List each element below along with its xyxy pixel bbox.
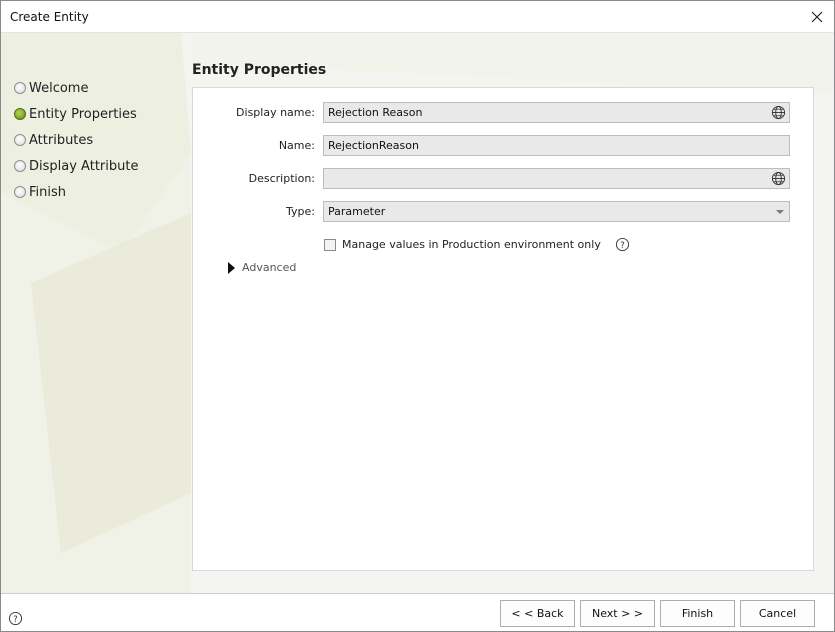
wizard-steps: Welcome Entity Properties Attributes Dis… (14, 75, 138, 205)
wizard-content: Welcome Entity Properties Attributes Dis… (1, 33, 834, 593)
type-label: Type: (286, 205, 315, 218)
step-radio-icon (14, 160, 26, 172)
chevron-down-icon (776, 210, 784, 214)
display-name-value: Rejection Reason (328, 106, 423, 119)
advanced-toggle[interactable]: Advanced (242, 261, 296, 274)
manage-values-checkbox[interactable] (324, 239, 336, 251)
type-value: Parameter (328, 205, 386, 218)
name-field[interactable]: RejectionReason (323, 135, 790, 156)
dialog-footer: ? < < Back Next > > Finish Cancel (1, 593, 834, 631)
manage-values-label: Manage values in Production environment … (342, 238, 601, 251)
step-display-attribute[interactable]: Display Attribute (14, 153, 138, 179)
step-entity-properties[interactable]: Entity Properties (14, 101, 138, 127)
type-dropdown[interactable]: Parameter (323, 201, 790, 222)
name-value: RejectionReason (328, 139, 419, 152)
svg-text:?: ? (620, 240, 624, 250)
description-label: Description: (248, 172, 315, 185)
window-title: Create Entity (10, 10, 89, 24)
finish-button[interactable]: Finish (660, 600, 735, 627)
display-name-label: Display name: (236, 106, 315, 119)
step-finish[interactable]: Finish (14, 179, 138, 205)
step-label: Entity Properties (29, 106, 137, 122)
close-button[interactable] (800, 1, 834, 32)
step-radio-icon (14, 186, 26, 198)
globe-icon[interactable] (771, 105, 786, 120)
step-welcome[interactable]: Welcome (14, 75, 138, 101)
step-label: Attributes (29, 132, 94, 148)
section-title: Entity Properties (192, 62, 327, 78)
step-label: Welcome (29, 80, 89, 96)
name-label: Name: (278, 139, 315, 152)
triangle-right-icon[interactable] (228, 262, 235, 274)
step-radio-icon (14, 82, 26, 94)
description-field[interactable] (323, 168, 790, 189)
globe-icon[interactable] (771, 171, 786, 186)
step-label: Display Attribute (29, 158, 139, 174)
step-radio-icon (14, 134, 26, 146)
display-name-field[interactable]: Rejection Reason (323, 102, 790, 123)
step-attributes[interactable]: Attributes (14, 127, 138, 153)
question-circle-icon[interactable]: ? (615, 237, 630, 252)
step-label: Finish (29, 184, 67, 200)
cancel-button[interactable]: Cancel (740, 600, 815, 627)
step-radio-active-icon (14, 108, 26, 120)
svg-text:?: ? (13, 614, 17, 624)
close-icon (811, 11, 823, 22)
question-circle-icon[interactable]: ? (8, 611, 23, 626)
back-button[interactable]: < < Back (500, 600, 575, 627)
next-button[interactable]: Next > > (580, 600, 655, 627)
create-entity-dialog: Create Entity Welcome Entity Properties (0, 0, 835, 632)
title-bar: Create Entity (1, 1, 834, 33)
properties-panel: Display name: Rejection Reason Name: Rej… (192, 87, 814, 571)
